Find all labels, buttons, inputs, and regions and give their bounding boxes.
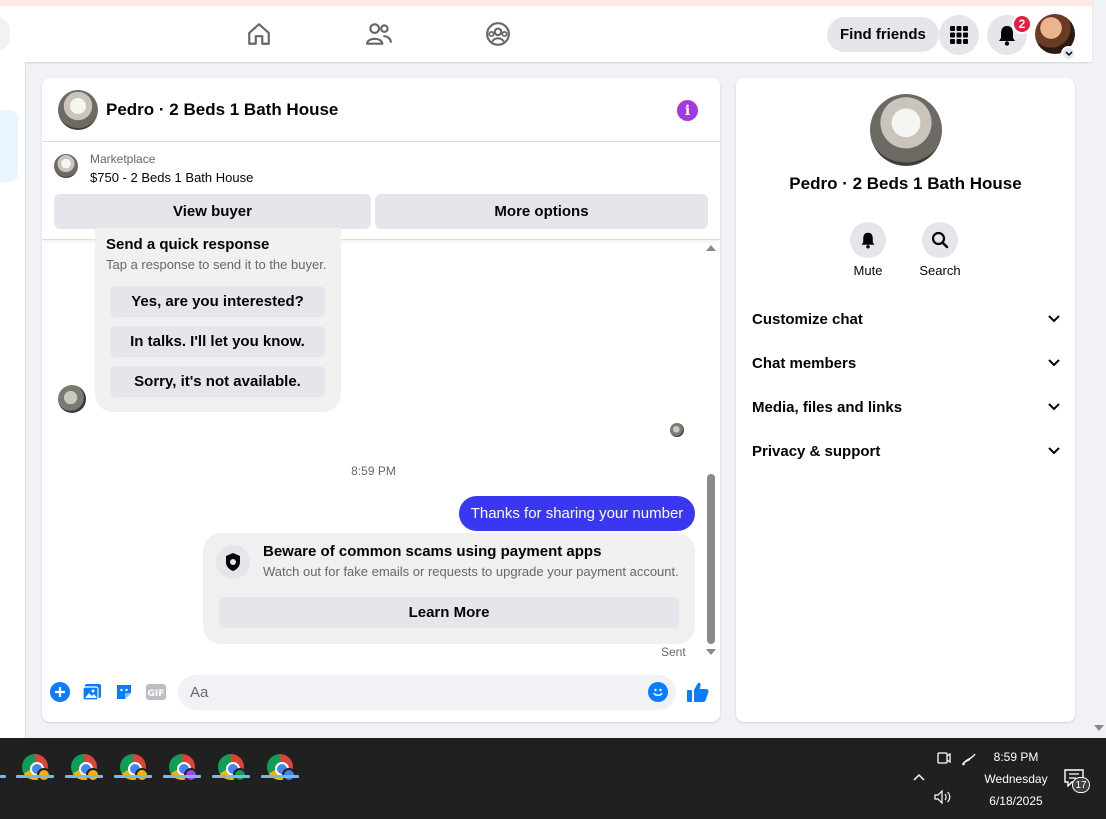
chevron-up-icon[interactable]: [913, 768, 925, 784]
chevron-down-icon: [1048, 447, 1060, 455]
chat-window: Pedro · 2 Beds 1 Bath House i Marketplac…: [42, 78, 720, 722]
scroll-down-arrow[interactable]: [706, 649, 716, 655]
section-label: Privacy & support: [752, 442, 881, 460]
info-icon[interactable]: i: [677, 100, 698, 121]
gif-icon[interactable]: GIF: [145, 681, 167, 703]
mute-label: Mute: [853, 263, 883, 278]
sender-avatar[interactable]: [58, 385, 86, 413]
chevron-down-icon[interactable]: [1061, 46, 1076, 61]
chrome-app-icon[interactable]: [114, 748, 152, 786]
chevron-down-icon: [1048, 359, 1060, 367]
thumbs-up-icon[interactable]: [686, 680, 710, 704]
scam-warning-card: Beware of common scams using payment app…: [203, 533, 695, 644]
find-friends-button[interactable]: Find friends: [827, 17, 939, 52]
meet-now-icon[interactable]: [937, 750, 951, 769]
left-sidebar-selected[interactable]: [0, 110, 18, 182]
notification-badge: 2: [1012, 14, 1032, 34]
search-icon[interactable]: [922, 222, 958, 258]
apps-grid-icon[interactable]: [939, 15, 979, 55]
gif-label: GIF: [148, 689, 165, 699]
page-scroll-down-arrow[interactable]: [1094, 725, 1104, 731]
sent-message-bubble[interactable]: Thanks for sharing your number: [459, 496, 695, 531]
listing-price[interactable]: $750 - 2 Beds 1 Bath House: [90, 170, 253, 185]
quick-response-title: Send a quick response: [106, 236, 270, 253]
taskbar: 8:59 PM Wednesday 6/18/2025: [0, 738, 1106, 819]
taskbar-edge-indicator: [0, 775, 6, 778]
taskbar-active-indicator: [261, 775, 299, 778]
chrome-app-icon[interactable]: [65, 748, 103, 786]
chat-avatar[interactable]: [58, 90, 98, 130]
quick-response-yes[interactable]: Yes, are you interested?: [110, 286, 325, 317]
section-label: Chat members: [752, 354, 857, 372]
chevron-down-icon: [1048, 315, 1060, 323]
search-box-stub[interactable]: [0, 16, 10, 52]
search-label: Search: [919, 263, 961, 278]
section-label: Customize chat: [752, 310, 863, 328]
volume-icon[interactable]: [934, 789, 952, 807]
clock-day[interactable]: Wednesday: [971, 772, 1061, 786]
section-label: Media, files and links: [752, 398, 903, 416]
taskbar-active-indicator: [16, 775, 54, 778]
friends-icon[interactable]: [363, 18, 395, 50]
scroll-up-arrow[interactable]: [706, 245, 716, 251]
clock-time[interactable]: 8:59 PM: [971, 750, 1061, 764]
more-options-button[interactable]: More options: [375, 194, 708, 229]
home-icon[interactable]: [243, 18, 275, 50]
chrome-app-icon[interactable]: [16, 748, 54, 786]
top-nav-bar: Find friends 2: [0, 0, 1092, 62]
chrome-app-icon[interactable]: [212, 748, 250, 786]
scam-warning-title: Beware of common scams using payment app…: [263, 543, 602, 560]
taskbar-active-indicator: [212, 775, 250, 778]
chat-title[interactable]: Pedro · 2 Beds 1 Bath House: [106, 100, 338, 120]
taskbar-active-indicator: [163, 775, 201, 778]
bell-icon[interactable]: [850, 222, 886, 258]
chevron-down-icon: [1048, 403, 1060, 411]
marketplace-label: Marketplace: [90, 152, 156, 166]
info-name: Pedro · 2 Beds 1 Bath House: [789, 174, 1022, 193]
message-input[interactable]: [178, 675, 676, 710]
info-avatar[interactable]: [870, 94, 942, 166]
section-media-files-links[interactable]: Media, files and links: [752, 395, 1060, 419]
scam-warning-subtitle: Watch out for fake emails or requests to…: [263, 564, 679, 579]
sticker-icon[interactable]: [113, 681, 135, 703]
view-buyer-button[interactable]: View buyer: [54, 194, 371, 229]
photo-icon[interactable]: [81, 681, 103, 703]
quick-response-in-talks[interactable]: In talks. I'll let you know.: [110, 326, 325, 357]
listing-thumbnail[interactable]: [54, 154, 78, 178]
quick-response-not-available[interactable]: Sorry, it's not available.: [110, 366, 325, 397]
message-timestamp: 8:59 PM: [351, 464, 396, 478]
emoji-icon[interactable]: [648, 682, 668, 702]
chat-scroll-thumb[interactable]: [707, 474, 715, 644]
section-privacy-support[interactable]: Privacy & support: [752, 439, 1060, 463]
learn-more-button[interactable]: Learn More: [219, 597, 679, 628]
message-status: Sent: [661, 645, 686, 659]
shield-icon: [216, 545, 250, 579]
section-chat-members[interactable]: Chat members: [752, 351, 1060, 375]
plus-icon[interactable]: [49, 681, 71, 703]
chrome-app-icon[interactable]: [163, 748, 201, 786]
taskbar-active-indicator: [65, 775, 103, 778]
groups-icon[interactable]: [482, 18, 514, 50]
quick-response-subtitle: Tap a response to send it to the buyer.: [106, 257, 327, 272]
taskbar-active-indicator: [114, 775, 152, 778]
message-input-placeholder: Aa: [190, 684, 209, 701]
clock-date[interactable]: 6/18/2025: [971, 794, 1061, 808]
read-receipt-avatar: [670, 423, 684, 437]
section-customize-chat[interactable]: Customize chat: [752, 307, 1060, 331]
chat-header: Pedro · 2 Beds 1 Bath House i: [42, 78, 720, 142]
chrome-app-icon[interactable]: [261, 748, 299, 786]
chat-info-panel: Pedro · 2 Beds 1 Bath House Mute Search …: [736, 78, 1075, 722]
notification-center-count: 17: [1072, 777, 1090, 793]
